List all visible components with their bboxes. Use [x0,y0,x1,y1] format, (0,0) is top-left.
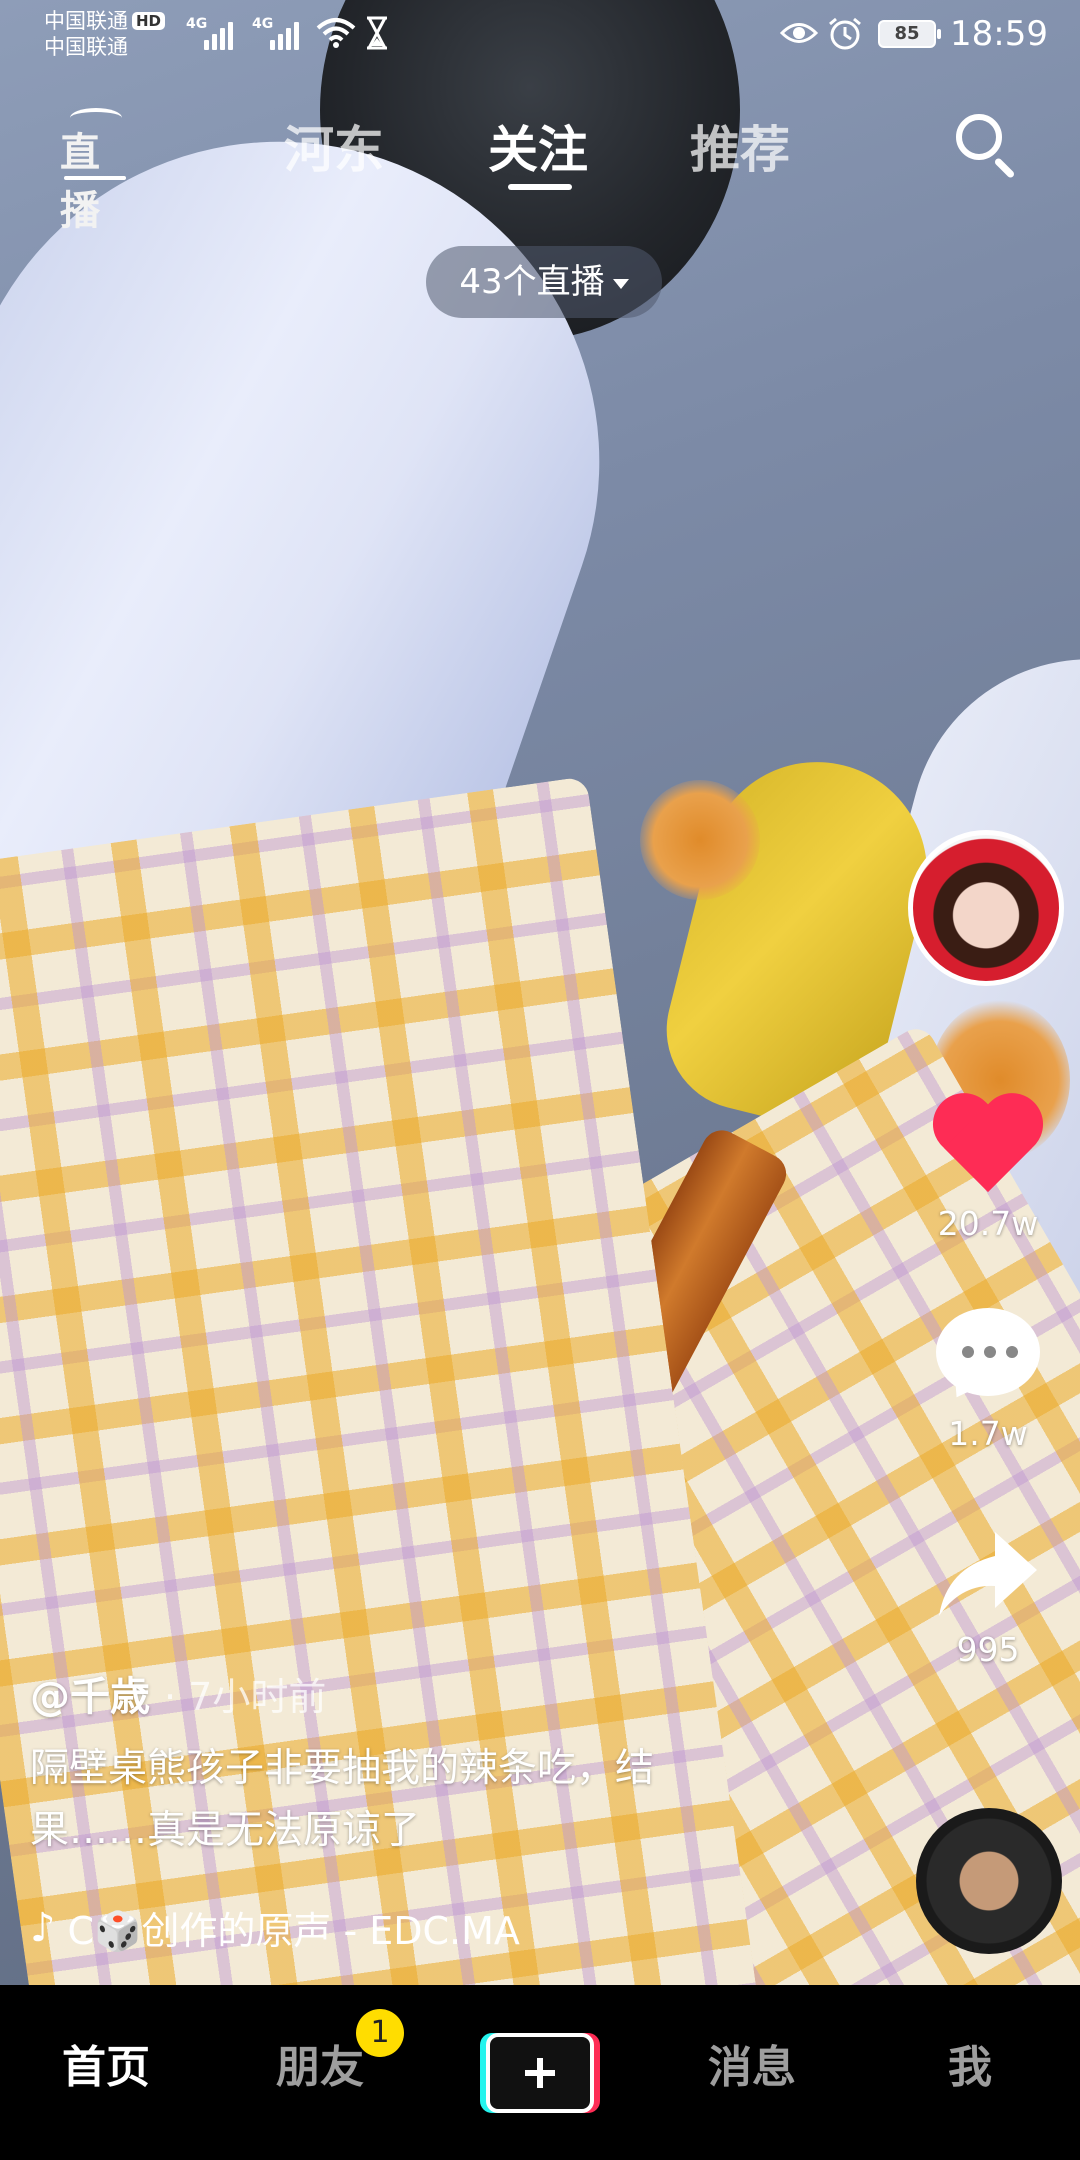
description-line: 果……真是无法原谅了 [30,1808,421,1853]
post-time: · 7小时前 [164,1675,327,1719]
signal-icon [270,18,299,50]
tab-recommended[interactable]: 推荐 [690,110,790,182]
comment-count: 1.7w [948,1414,1028,1453]
music-link[interactable]: ♪ C🎲创作的原声 - EDC.MA [30,1900,520,1955]
video-stain [640,780,760,900]
author-avatar[interactable] [908,830,1064,986]
live-underline [64,176,126,180]
bottom-tab-bar: 首页 朋友 1 消息 我 [0,1985,1080,2160]
share-icon [939,1532,1037,1616]
author-name[interactable]: @千歳 [30,1674,150,1720]
plus-icon [486,2033,594,2113]
tab-home[interactable]: 首页 [62,2031,150,2095]
tiktok-note-icon: ♪ [30,1904,56,1951]
heart-icon [928,1092,1048,1200]
music-disc-icon[interactable] [916,1808,1062,1954]
share-button[interactable]: 995 [908,1526,1068,1669]
eye-icon [780,23,818,43]
tab-messages[interactable]: 消息 [708,2031,796,2095]
hd-icon: HD [132,12,166,30]
tab-local[interactable]: 河东 [284,110,384,182]
signal-icon [204,18,233,50]
search-icon-handle [993,157,1016,179]
like-count: 20.7w [937,1204,1039,1243]
hourglass-icon [367,16,387,50]
description-line: 隔壁桌熊孩子非要抽我的辣条吃，结 [30,1746,655,1791]
post-caption: @千歳 · 7小时前 隔壁桌熊孩子非要抽我的辣条吃，结 果……真是无法原谅了 [30,1664,790,1862]
status-bar: 中国联通 HD 中国联通 4G 4G 85 18:59 [0,0,1080,70]
wifi-icon [316,18,356,48]
post-description[interactable]: 隔壁桌熊孩子非要抽我的辣条吃，结 果……真是无法原谅了 [30,1738,790,1862]
tab-following[interactable]: 关注 [488,110,588,182]
battery-icon: 85 [878,20,941,48]
friends-badge: 1 [356,2009,404,2057]
clock: 18:59 [950,14,1048,54]
caret-down-icon [612,279,629,289]
comment-icon [936,1308,1040,1396]
active-tab-indicator [508,184,572,190]
search-icon-ring [956,114,1002,160]
carrier-info: 中国联通 HD 中国联通 [44,8,166,60]
top-navigation: 直播 河东 关注 推荐 [0,96,1080,234]
like-button[interactable]: 20.7w [908,1092,1068,1243]
search-icon[interactable] [950,108,1022,180]
music-title: C🎲创作的原声 - EDC.MA [67,1909,520,1953]
tab-me[interactable]: 我 [948,2031,992,2095]
comment-button[interactable]: 1.7w [908,1308,1068,1453]
carrier-1: 中国联通 [44,9,128,33]
live-button[interactable]: 直播 [60,104,130,234]
share-count: 995 [956,1630,1020,1669]
tab-friends[interactable]: 朋友 [276,2031,364,2095]
live-count-dropdown[interactable]: 43个直播 [426,246,662,318]
carrier-2: 中国联通 [44,35,128,59]
create-button[interactable] [480,2033,600,2113]
live-count-label: 43个直播 [459,262,605,302]
alarm-icon [829,17,861,50]
